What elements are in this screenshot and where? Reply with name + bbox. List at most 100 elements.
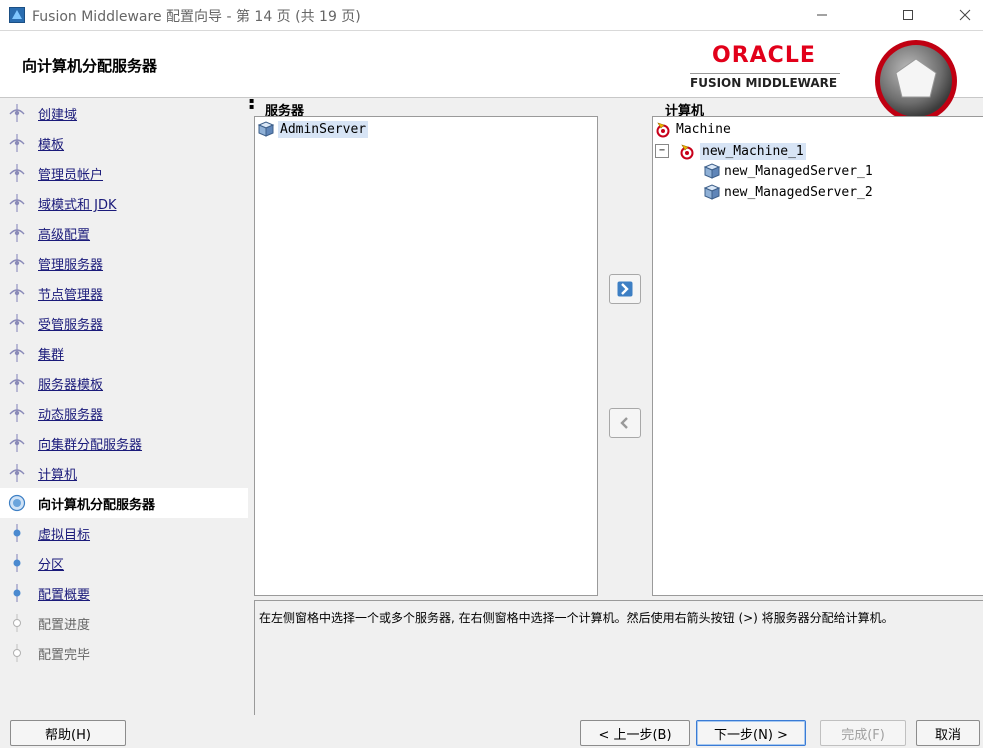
sidebar-step-item[interactable]: 向计算机分配服务器 bbox=[0, 488, 248, 518]
step-done-icon bbox=[9, 104, 25, 122]
machine-icon bbox=[656, 122, 670, 138]
step-pending-icon bbox=[13, 554, 21, 572]
sidebar-step-label: 分区 bbox=[38, 558, 65, 573]
sidebar-step-item[interactable]: 域模式和 JDK bbox=[0, 188, 248, 218]
finish-button[interactable]: 完成(F) bbox=[820, 720, 906, 746]
step-done-icon bbox=[9, 284, 25, 302]
sidebar-step-item[interactable]: 分区 bbox=[0, 548, 248, 578]
sidebar-step-label: 集群 bbox=[38, 348, 65, 363]
sidebar-step-item[interactable]: 模板 bbox=[0, 128, 248, 158]
sidebar-step-item: 配置进度 bbox=[0, 608, 248, 638]
back-button[interactable]: < 上一步(B) bbox=[580, 720, 690, 746]
sidebar-step-item[interactable]: 虚拟目标 bbox=[0, 518, 248, 548]
app-icon bbox=[9, 7, 25, 23]
sidebar-step-label: 向集群分配服务器 bbox=[38, 438, 143, 453]
wizard-steps-sidebar: 创建域模板管理员帐户域模式和 JDK 高级配置管理服务器节点管理器受管服务器集群服… bbox=[0, 98, 248, 710]
minimize-button[interactable] bbox=[799, 0, 845, 30]
servers-list[interactable]: AdminServer bbox=[254, 116, 598, 596]
step-done-icon bbox=[9, 164, 25, 182]
help-button[interactable]: 帮助(H) bbox=[10, 720, 126, 746]
oracle-emblem-icon bbox=[875, 40, 957, 122]
machines-tree[interactable]: Machine − new_Machine_1 new_ManagedServe… bbox=[652, 116, 983, 596]
sidebar-step-label: 配置进度 bbox=[38, 618, 91, 633]
close-icon bbox=[959, 9, 971, 21]
wizard-header: 向计算机分配服务器 ORACLE FUSION MIDDLEWARE bbox=[0, 31, 983, 122]
sidebar-step-label: 计算机 bbox=[38, 468, 78, 483]
cancel-button[interactable]: 取消 bbox=[916, 720, 980, 746]
sidebar-step-label: 动态服务器 bbox=[38, 408, 104, 423]
sidebar-step-label: 受管服务器 bbox=[38, 318, 104, 333]
sidebar-step-label: 域模式和 JDK bbox=[38, 198, 117, 213]
sidebar-step-label: 创建域 bbox=[38, 108, 78, 123]
window-title: Fusion Middleware 配置向导 - 第 14 页 (共 19 页) bbox=[32, 9, 361, 25]
server-icon bbox=[257, 121, 275, 137]
tree-root-label: Machine bbox=[676, 121, 731, 137]
step-current-icon bbox=[8, 494, 26, 512]
sidebar-step-item[interactable]: 管理员帐户 bbox=[0, 158, 248, 188]
maximize-button[interactable] bbox=[885, 0, 931, 30]
step-done-icon bbox=[9, 434, 25, 452]
step-disabled-icon bbox=[13, 614, 21, 632]
chevron-left-icon bbox=[620, 417, 628, 429]
sidebar-step-item[interactable]: 服务器模板 bbox=[0, 368, 248, 398]
unassign-left-button[interactable] bbox=[609, 408, 641, 438]
sidebar-step-item[interactable]: 高级配置 bbox=[0, 218, 248, 248]
machine-label: new_Machine_1 bbox=[700, 142, 806, 160]
splitter-handle[interactable]: ▪ ▪ bbox=[249, 97, 254, 112]
sidebar-step-item[interactable]: 创建域 bbox=[0, 98, 248, 128]
page-title: 向计算机分配服务器 bbox=[22, 57, 158, 75]
sidebar-step-item[interactable]: 受管服务器 bbox=[0, 308, 248, 338]
sidebar-step-label: 高级配置 bbox=[38, 228, 91, 243]
collapse-toggle[interactable]: − bbox=[655, 144, 669, 158]
sidebar-step-label: 服务器模板 bbox=[38, 378, 104, 393]
step-done-icon bbox=[9, 464, 25, 482]
oracle-logo: ORACLE bbox=[712, 43, 816, 68]
list-item[interactable]: AdminServer bbox=[257, 119, 369, 139]
step-done-icon bbox=[9, 224, 25, 242]
sidebar-step-item[interactable]: 节点管理器 bbox=[0, 278, 248, 308]
step-done-icon bbox=[9, 374, 25, 392]
maximize-icon bbox=[903, 10, 913, 20]
next-button[interactable]: 下一步(N) > bbox=[696, 720, 806, 746]
sidebar-step-label: 模板 bbox=[38, 138, 65, 153]
description-text: 在左侧窗格中选择一个或多个服务器, 在右侧窗格中选择一个计算机。然后使用右箭头按… bbox=[259, 611, 894, 625]
tree-machine-item[interactable]: − new_Machine_1 bbox=[655, 141, 806, 161]
sidebar-step-label: 管理员帐户 bbox=[38, 168, 104, 183]
chevron-right-icon bbox=[617, 281, 633, 297]
sidebar-step-item: 配置完毕 bbox=[0, 638, 248, 668]
fusion-middleware-logo: FUSION MIDDLEWARE bbox=[690, 76, 838, 90]
brand-divider bbox=[690, 73, 840, 74]
sidebar-step-item[interactable]: 动态服务器 bbox=[0, 398, 248, 428]
sidebar-step-label: 向计算机分配服务器 bbox=[38, 498, 156, 513]
step-pending-icon bbox=[13, 584, 21, 602]
server-label: new_ManagedServer_1 bbox=[724, 163, 873, 179]
description-panel: 在左侧窗格中选择一个或多个服务器, 在右侧窗格中选择一个计算机。然后使用右箭头按… bbox=[254, 600, 983, 715]
server-label: new_ManagedServer_2 bbox=[724, 184, 873, 200]
tree-server-item[interactable]: new_ManagedServer_2 bbox=[703, 182, 873, 202]
step-done-icon bbox=[9, 344, 25, 362]
sidebar-step-item[interactable]: 集群 bbox=[0, 338, 248, 368]
server-icon bbox=[703, 163, 721, 179]
sidebar-step-item[interactable]: 向集群分配服务器 bbox=[0, 428, 248, 458]
sidebar-step-label: 管理服务器 bbox=[38, 258, 104, 273]
tree-root-item[interactable]: Machine bbox=[655, 119, 731, 139]
server-label: AdminServer bbox=[278, 120, 369, 138]
machine-icon bbox=[680, 144, 694, 160]
step-pending-icon bbox=[13, 524, 21, 542]
tree-server-item[interactable]: new_ManagedServer_1 bbox=[703, 161, 873, 181]
step-done-icon bbox=[9, 254, 25, 272]
sidebar-step-item[interactable]: 计算机 bbox=[0, 458, 248, 488]
step-done-icon bbox=[9, 314, 25, 332]
step-done-icon bbox=[9, 404, 25, 422]
step-done-icon bbox=[9, 134, 25, 152]
step-done-icon bbox=[9, 194, 25, 212]
close-button[interactable] bbox=[942, 0, 983, 30]
sidebar-step-item[interactable]: 配置概要 bbox=[0, 578, 248, 608]
sidebar-step-label: 节点管理器 bbox=[38, 288, 104, 303]
server-icon bbox=[703, 184, 721, 200]
window-titlebar: Fusion Middleware 配置向导 - 第 14 页 (共 19 页) bbox=[0, 0, 983, 31]
assign-right-button[interactable] bbox=[609, 274, 641, 304]
sidebar-step-label: 配置完毕 bbox=[38, 648, 91, 663]
sidebar-step-item[interactable]: 管理服务器 bbox=[0, 248, 248, 278]
minimize-icon bbox=[817, 14, 827, 16]
